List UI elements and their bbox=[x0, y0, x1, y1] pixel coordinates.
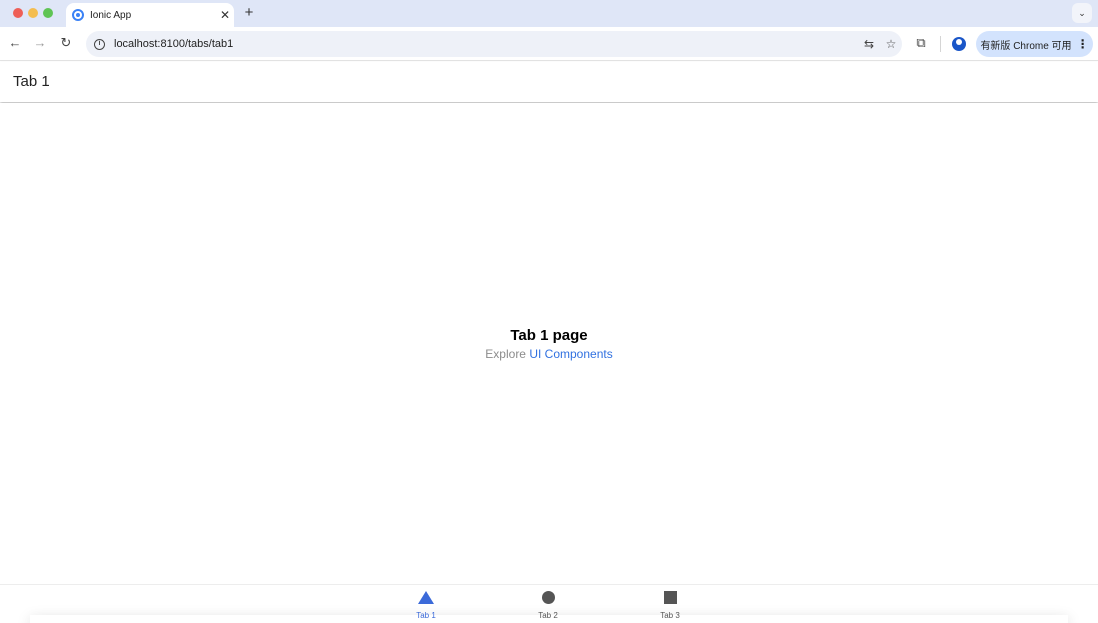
tab-label: Tab 1 bbox=[416, 611, 436, 620]
extensions-icon[interactable]: ⧉ bbox=[912, 35, 930, 51]
tab-label: Tab 3 bbox=[660, 611, 680, 620]
page-heading: Tab 1 page bbox=[510, 327, 588, 344]
browser-toolbar: ← → ↻ i localhost:8100/tabs/tab1 ⇆ ☆ ⧉ 有… bbox=[0, 27, 1098, 61]
ui-components-link[interactable]: UI Components bbox=[529, 347, 612, 361]
site-info-icon[interactable]: i bbox=[94, 38, 105, 50]
triangle-icon bbox=[418, 591, 434, 604]
back-icon[interactable]: ← bbox=[7, 35, 23, 50]
app-content: Tab 1 page Explore UI Components bbox=[0, 103, 1098, 584]
page-title: Tab 1 bbox=[13, 73, 50, 90]
explore-container: Tab 1 page Explore UI Components bbox=[0, 327, 1098, 361]
browser-titlebar: Ionic App ✕ + ⌄ bbox=[0, 0, 1098, 27]
reload-icon[interactable]: ↻ bbox=[58, 35, 74, 51]
translate-icon[interactable]: ⇆ bbox=[858, 37, 880, 51]
bookmark-star-icon[interactable]: ☆ bbox=[880, 37, 902, 51]
browser-tab-title: Ionic App bbox=[90, 9, 132, 21]
forward-icon[interactable]: → bbox=[32, 35, 48, 50]
url-text[interactable]: localhost:8100/tabs/tab1 bbox=[114, 38, 858, 50]
chrome-update-button[interactable]: 有新版 Chrome 可用 ⋮ bbox=[976, 31, 1093, 57]
tab-bar: Tab 1 Tab 2 Tab 3 bbox=[0, 584, 1098, 623]
update-label: 有新版 Chrome 可用 bbox=[980, 40, 1072, 52]
ionic-favicon-icon bbox=[72, 9, 84, 21]
maximize-window-button[interactable] bbox=[43, 8, 53, 18]
profile-avatar-icon[interactable] bbox=[952, 37, 966, 51]
close-window-button[interactable] bbox=[13, 8, 23, 18]
tab-button-tab1[interactable]: Tab 1 bbox=[396, 591, 456, 620]
tab-button-tab2[interactable]: Tab 2 bbox=[518, 591, 578, 620]
toolbar-divider bbox=[940, 36, 941, 52]
tab-button-tab3[interactable]: Tab 3 bbox=[640, 591, 700, 620]
explore-prefix: Explore bbox=[485, 347, 526, 361]
square-icon bbox=[663, 591, 677, 604]
more-menu-icon[interactable]: ⋮ bbox=[1077, 37, 1089, 51]
explore-text: Explore UI Components bbox=[0, 347, 1098, 361]
app-header: Tab 1 bbox=[0, 62, 1098, 102]
tab-label: Tab 2 bbox=[538, 611, 558, 620]
minimize-window-button[interactable] bbox=[28, 8, 38, 18]
address-bar[interactable]: i localhost:8100/tabs/tab1 ⇆ ☆ bbox=[86, 31, 902, 57]
close-tab-icon[interactable]: ✕ bbox=[216, 8, 234, 22]
tab-search-icon[interactable]: ⌄ bbox=[1072, 3, 1092, 23]
browser-tab[interactable]: Ionic App ✕ bbox=[66, 3, 234, 27]
new-tab-icon[interactable]: + bbox=[241, 4, 257, 21]
ellipse-icon bbox=[541, 591, 555, 604]
